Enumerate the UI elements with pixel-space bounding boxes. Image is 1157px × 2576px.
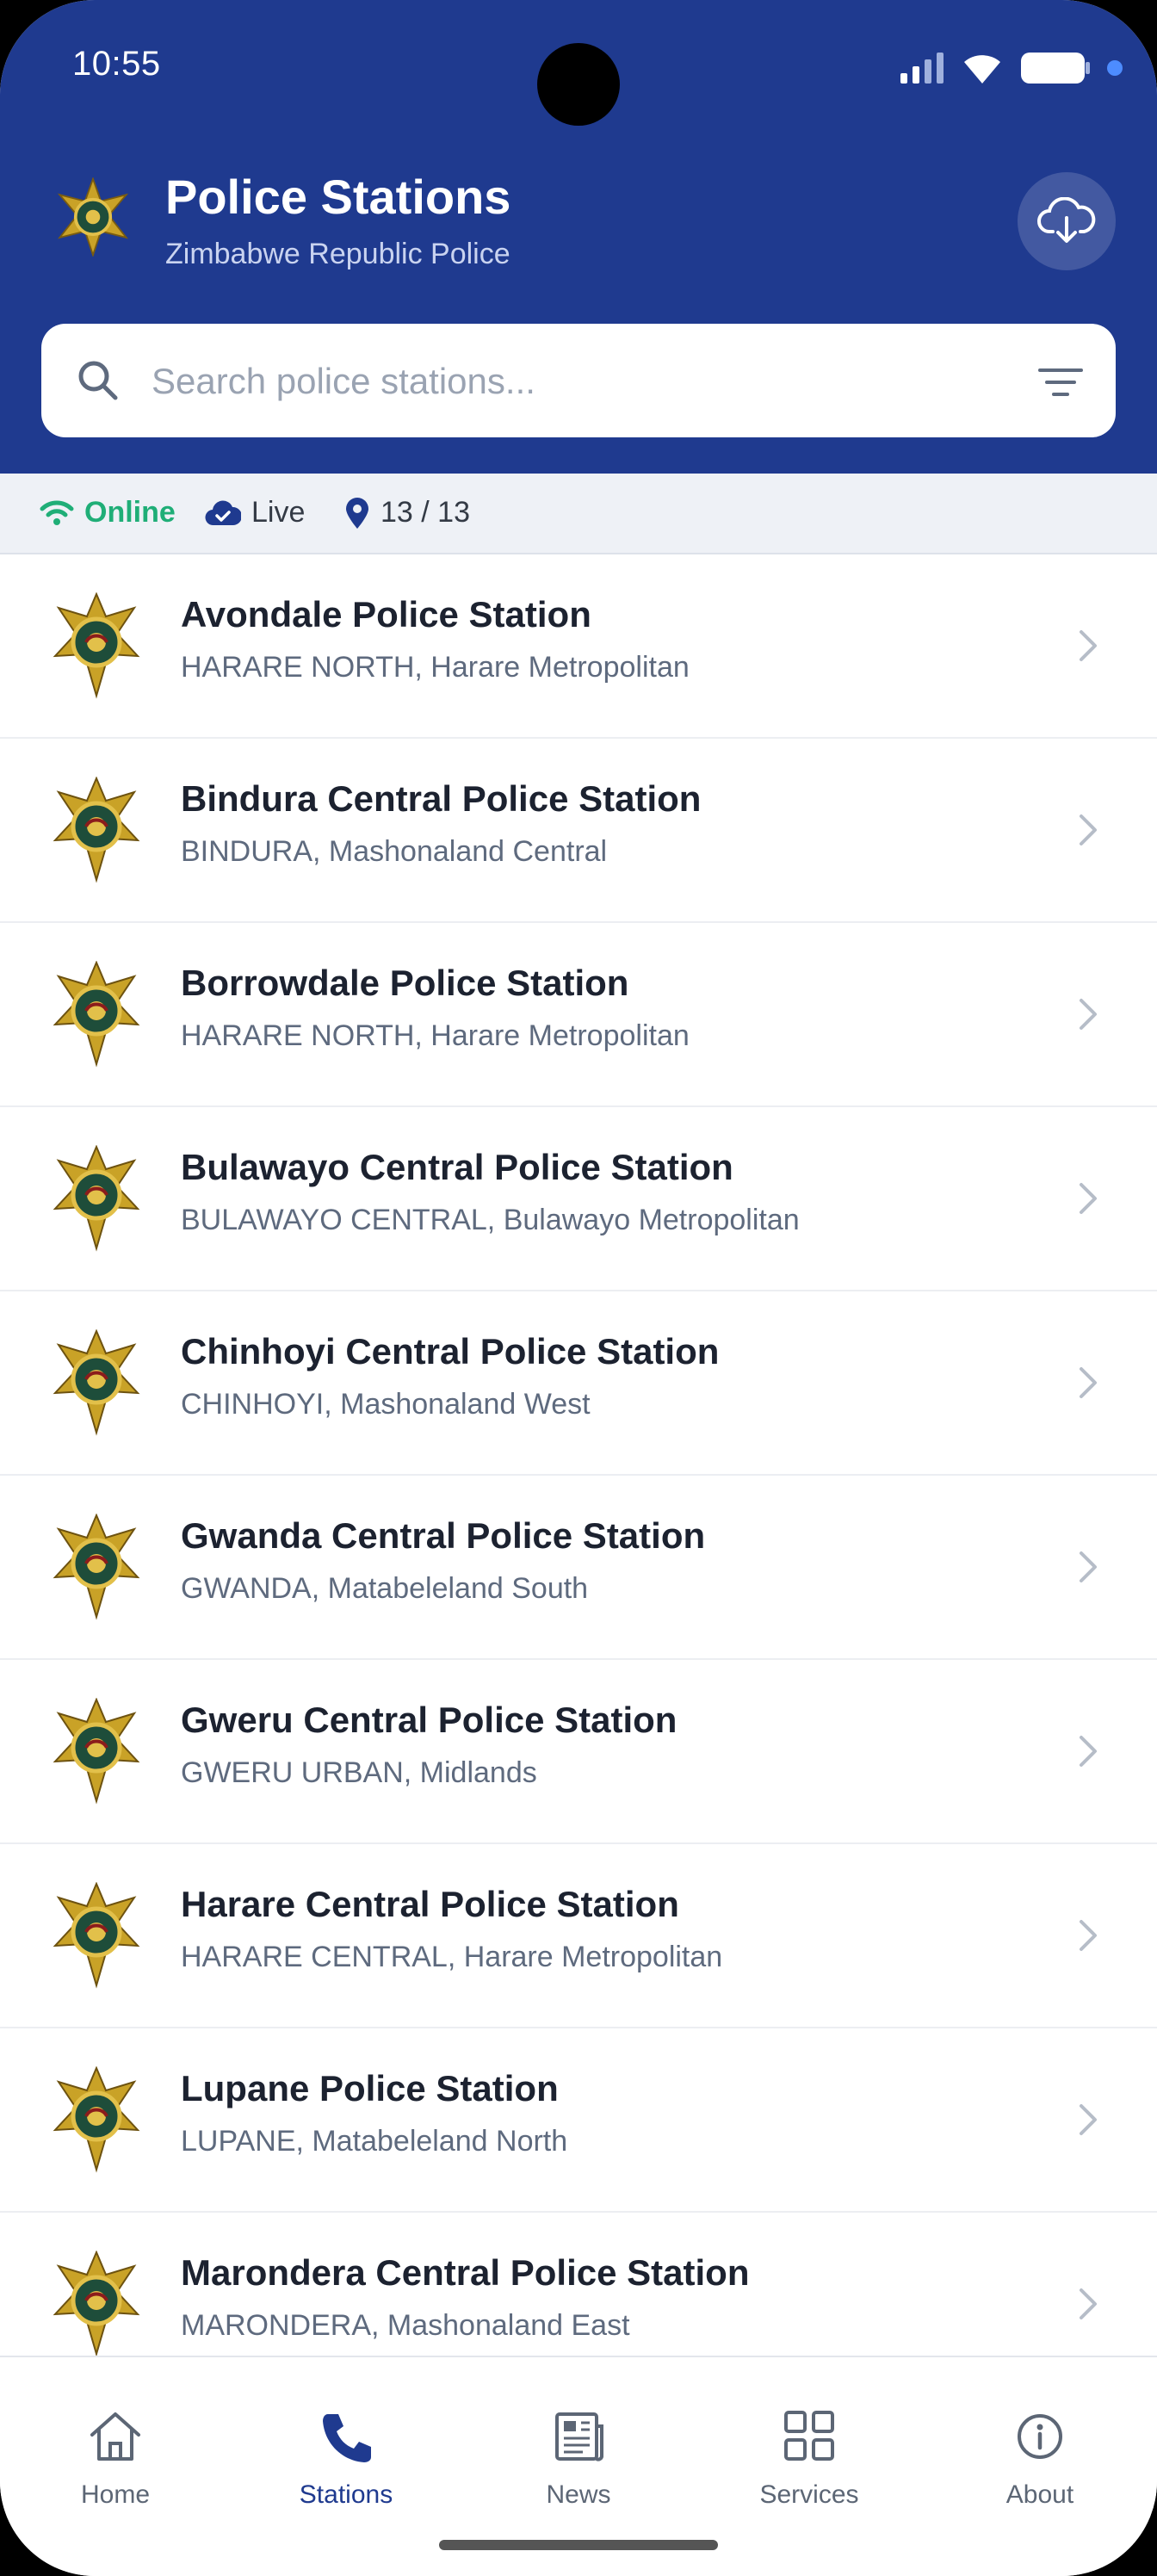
app-screen: 10:55 Police Stations Zimbabwe Republic … — [0, 0, 1157, 2576]
nav-home-label: Home — [80, 2480, 151, 2509]
battery-icon — [1021, 53, 1090, 84]
station-list: Avondale Police Station HARARE NORTH, Har… — [0, 554, 1157, 2397]
station-name: Gweru Central Police Station — [181, 1700, 677, 1740]
status-icons — [899, 46, 1123, 90]
nav-services[interactable]: Services — [723, 2409, 895, 2510]
status-time: 10:55 — [72, 45, 161, 83]
nav-about[interactable]: About — [954, 2409, 1126, 2510]
station-row[interactable]: Chinhoyi Central Police Station CHINHOYI,… — [0, 1291, 1157, 1476]
station-location: HARARE CENTRAL, Harare Metropolitan — [181, 1941, 723, 1973]
nav-stations-label: Stations — [299, 2480, 393, 2509]
chevron-right-icon — [1080, 1367, 1097, 1398]
station-location: GWANDA, Matabeleland South — [181, 1572, 589, 1605]
station-row[interactable]: Avondale Police Station HARARE NORTH, Har… — [0, 554, 1157, 739]
cloud-download-icon — [1037, 197, 1096, 243]
station-name: Borrowdale Police Station — [181, 963, 629, 1003]
nav-about-label: About — [1005, 2480, 1074, 2509]
chevron-right-icon — [1080, 1183, 1097, 1214]
station-name: Gwanda Central Police Station — [181, 1515, 706, 1556]
info-icon — [1018, 2414, 1062, 2459]
station-row[interactable]: Bulawayo Central Police Station BULAWAYO … — [0, 1107, 1157, 1291]
online-label: Online — [84, 496, 176, 529]
signal-icon — [900, 53, 944, 84]
page-subtitle: Zimbabwe Republic Police — [165, 238, 510, 270]
cloud-check-icon — [205, 500, 241, 525]
station-location: HARARE NORTH, Harare Metropolitan — [181, 651, 690, 684]
zrp-emblem-icon — [53, 1882, 140, 1989]
newspaper-icon — [555, 2412, 603, 2461]
station-name: Bindura Central Police Station — [181, 778, 702, 819]
search-input[interactable] — [150, 350, 1031, 413]
station-name: Lupane Police Station — [181, 2068, 559, 2108]
chevron-right-icon — [1080, 1551, 1097, 1582]
status-strip: Online Live 13 / 13 — [0, 474, 1157, 554]
station-location: GWERU URBAN, Midlands — [181, 1756, 537, 1789]
camera-cutout — [537, 43, 620, 126]
nav-services-label: Services — [759, 2480, 859, 2509]
station-name: Bulawayo Central Police Station — [181, 1147, 733, 1187]
zrp-emblem-icon — [53, 1514, 140, 1620]
grid-icon — [784, 2411, 834, 2461]
station-row[interactable]: Lupane Police Station LUPANE, Matabelelan… — [0, 2028, 1157, 2213]
nav-home[interactable]: Home — [29, 2409, 201, 2510]
station-location: LUPANE, Matabeleland North — [181, 2125, 568, 2158]
station-row[interactable]: Gwanda Central Police Station GWANDA, Mat… — [0, 1476, 1157, 1660]
live-status: Live — [205, 496, 305, 529]
nav-news-label: News — [546, 2480, 611, 2509]
nav-stations[interactable]: Stations — [260, 2409, 432, 2510]
chevron-right-icon — [1080, 630, 1097, 661]
station-name: Avondale Police Station — [181, 594, 591, 635]
zrp-emblem-icon — [53, 1698, 140, 1805]
zrp-emblem-icon — [53, 2251, 140, 2357]
nav-news[interactable]: News — [492, 2409, 665, 2510]
home-icon — [90, 2412, 140, 2461]
search-icon — [78, 361, 118, 400]
download-button[interactable] — [1018, 172, 1116, 270]
station-row[interactable]: Borrowdale Police Station HARARE NORTH, H… — [0, 923, 1157, 1107]
station-row[interactable]: Bindura Central Police Station BINDURA, M… — [0, 739, 1157, 923]
wifi-icon — [964, 55, 1000, 84]
chevron-right-icon — [1080, 1920, 1097, 1951]
zrp-emblem-icon — [53, 1145, 140, 1252]
station-location: CHINHOYI, Mashonaland West — [181, 1388, 591, 1421]
station-location: BULAWAYO CENTRAL, Bulawayo Metropolitan — [181, 1204, 800, 1236]
station-name: Harare Central Police Station — [181, 1884, 679, 1924]
chevron-right-icon — [1080, 2288, 1097, 2319]
location-pin-icon — [346, 497, 368, 529]
zrp-emblem-icon — [53, 1329, 140, 1436]
zrp-emblem-icon — [53, 777, 140, 883]
chevron-right-icon — [1080, 1736, 1097, 1767]
notification-dot-icon — [1107, 60, 1123, 76]
chevron-right-icon — [1080, 2104, 1097, 2135]
station-location: MARONDERA, Mashonaland East — [181, 2309, 630, 2342]
wifi-icon — [40, 499, 74, 525]
station-name: Marondera Central Police Station — [181, 2252, 750, 2293]
station-row[interactable]: Harare Central Police Station HARARE CENT… — [0, 1844, 1157, 2028]
chevron-right-icon — [1080, 814, 1097, 845]
chevron-right-icon — [1080, 999, 1097, 1030]
station-location: HARARE NORTH, Harare Metropolitan — [181, 1019, 690, 1052]
live-label: Live — [251, 496, 306, 529]
count-label: 13 / 13 — [381, 496, 470, 529]
station-location: BINDURA, Mashonaland Central — [181, 835, 608, 868]
search-bar — [41, 324, 1116, 437]
station-name: Chinhoyi Central Police Station — [181, 1331, 720, 1372]
zrp-emblem-icon — [53, 592, 140, 699]
page-title: Police Stations — [165, 170, 511, 224]
online-status: Online — [40, 496, 176, 529]
filter-icon[interactable] — [1036, 358, 1085, 406]
station-row[interactable]: Gweru Central Police Station GWERU URBAN,… — [0, 1660, 1157, 1844]
zrp-emblem-icon — [53, 2066, 140, 2173]
phone-icon — [323, 2414, 371, 2462]
zrp-emblem-icon — [57, 177, 129, 257]
home-indicator — [439, 2540, 718, 2550]
zrp-emblem-icon — [53, 961, 140, 1068]
app-header: 10:55 Police Stations Zimbabwe Republic … — [0, 0, 1157, 474]
station-count: 13 / 13 — [344, 496, 470, 529]
